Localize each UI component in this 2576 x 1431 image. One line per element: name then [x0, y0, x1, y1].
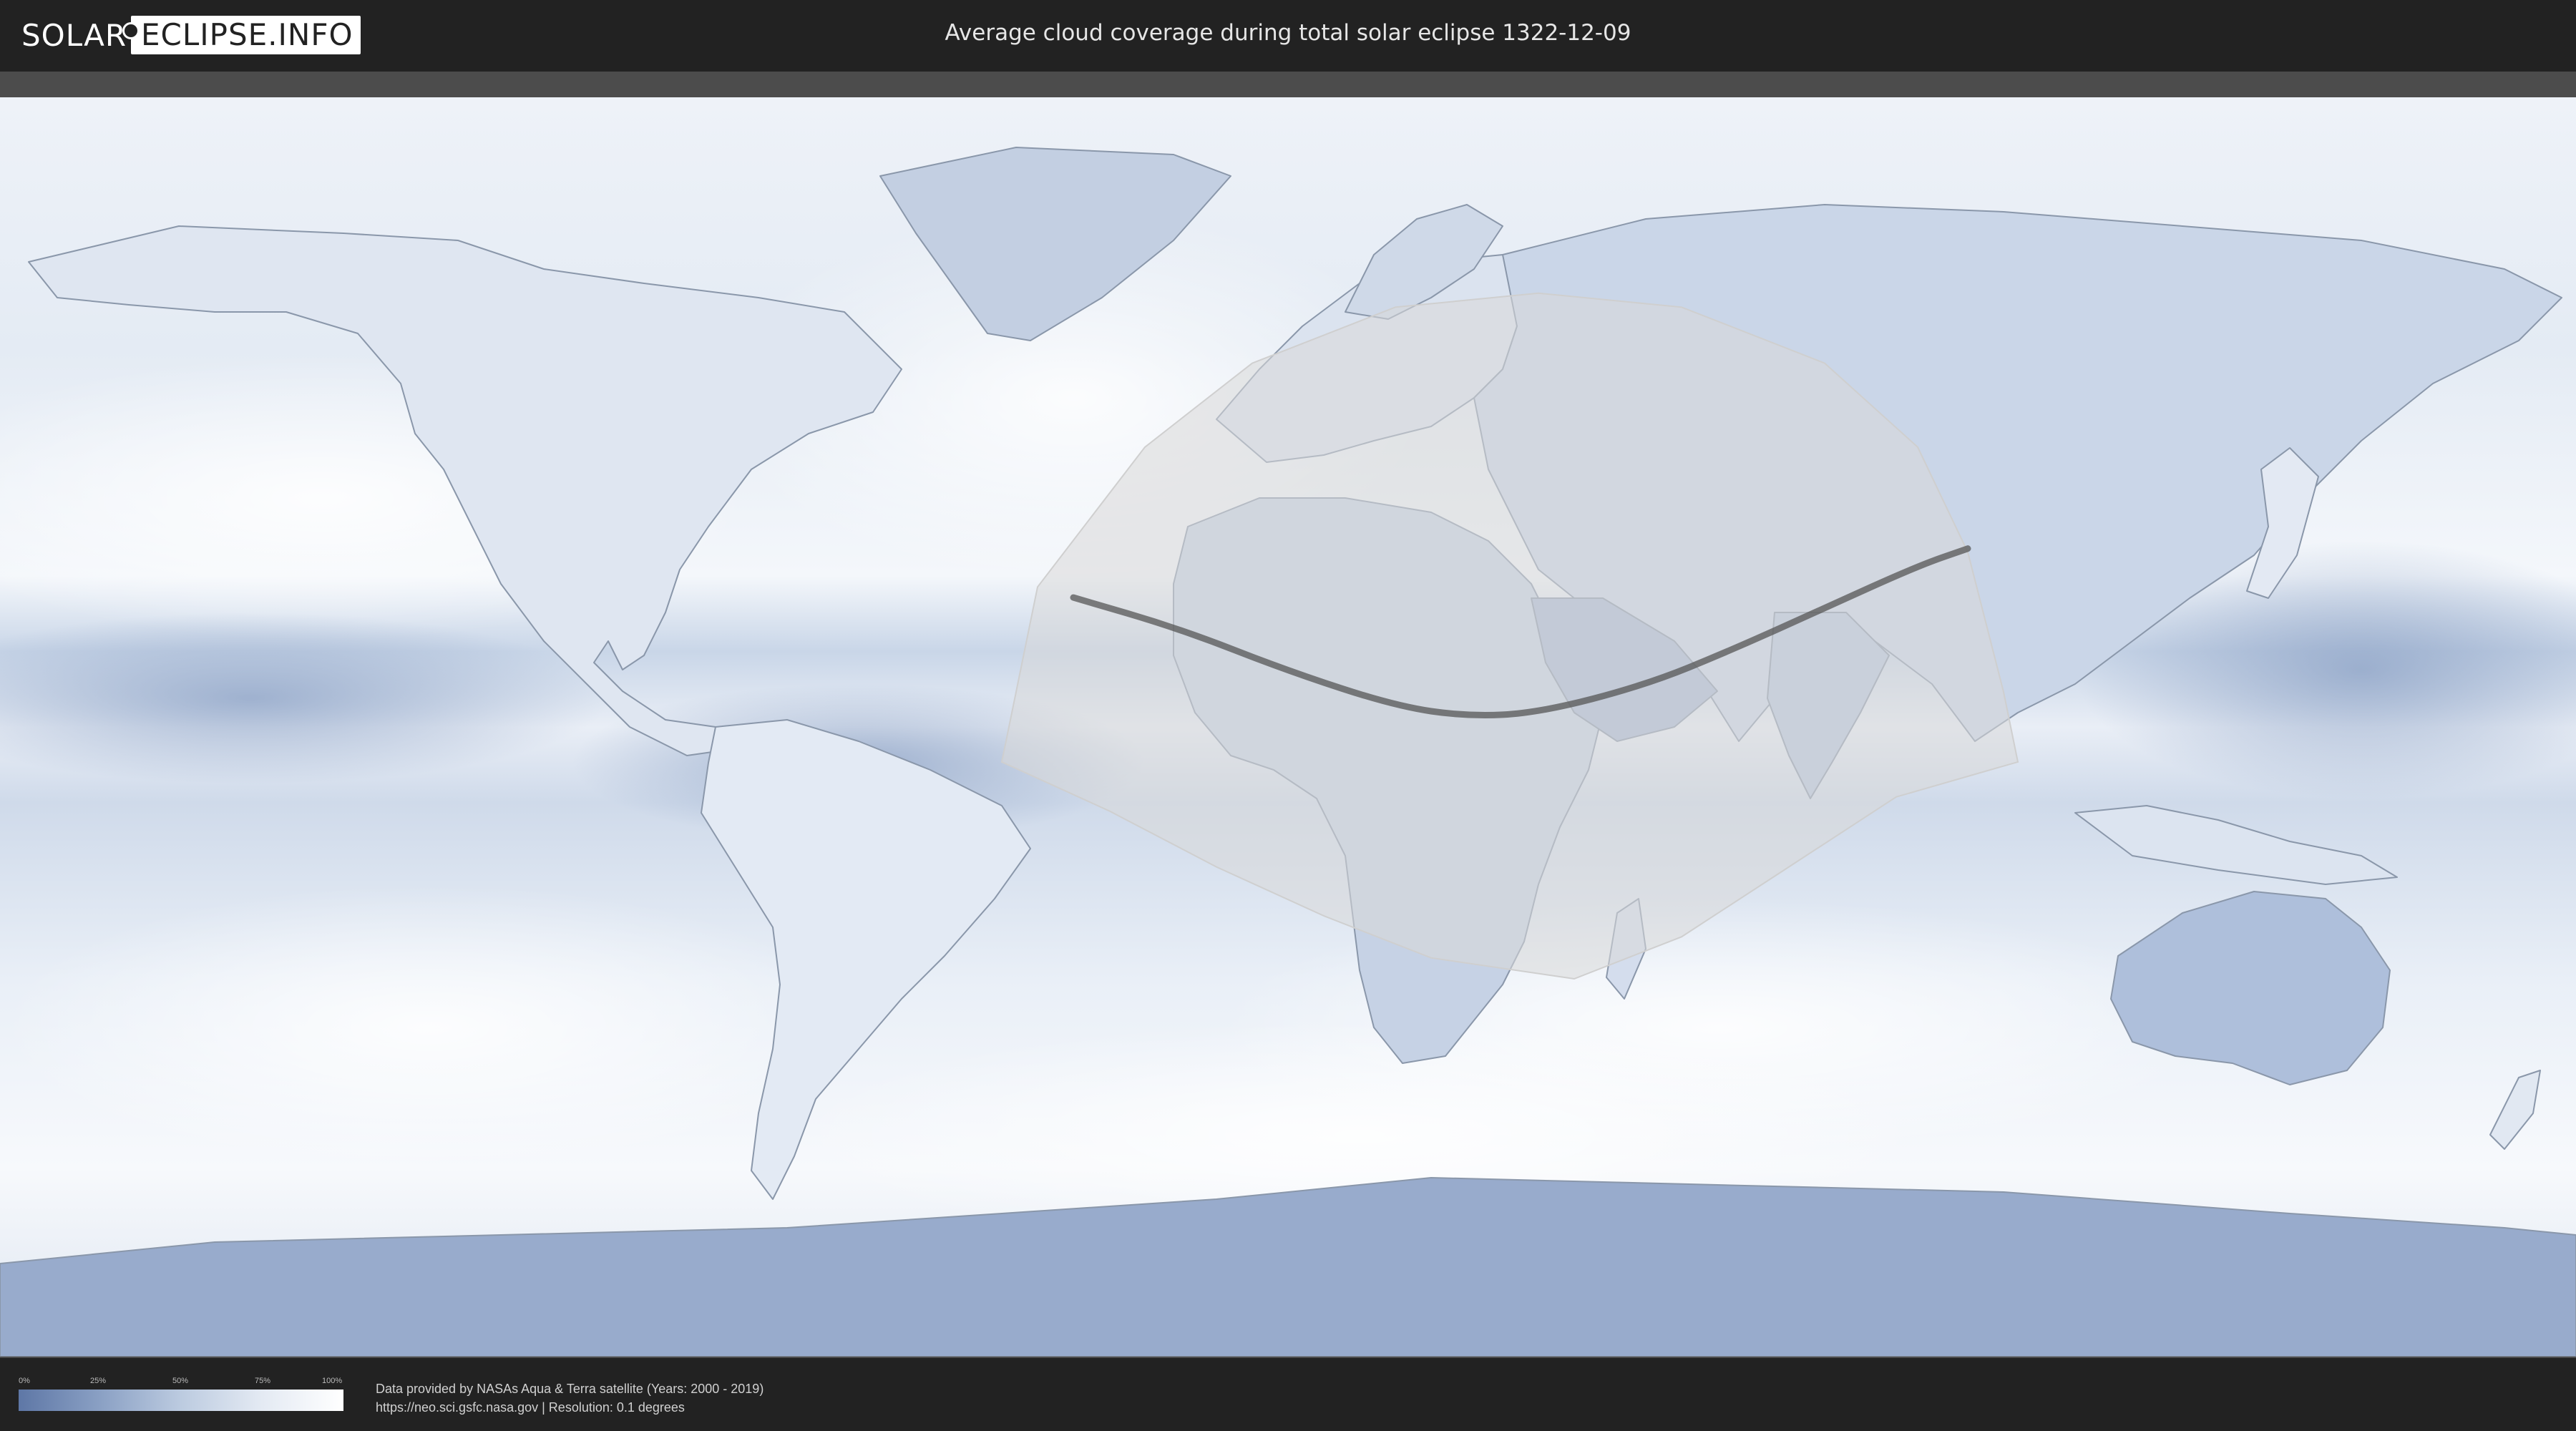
legend-color-bar	[19, 1390, 343, 1411]
credit-line-source: Data provided by NASAs Aqua & Terra sate…	[376, 1382, 764, 1396]
legend-tick-50: 50%	[172, 1377, 189, 1385]
data-credit: Data provided by NASAs Aqua & Terra sate…	[376, 1379, 763, 1417]
legend-tick-25: 25%	[90, 1377, 107, 1385]
legend-tick-0: 0%	[19, 1377, 30, 1385]
page: SOLAR ECLIPSE.INFO Average cloud coverag…	[0, 0, 2576, 1431]
credit-line-url[interactable]: https://neo.sci.gsfc.nasa.gov | Resoluti…	[376, 1398, 763, 1417]
header-bar: SOLAR ECLIPSE.INFO Average cloud coverag…	[0, 0, 2576, 72]
legend-tick-100: 100%	[322, 1377, 343, 1385]
page-title: Average cloud coverage during total sola…	[945, 20, 1631, 46]
footer-bar: 0% 25% 50% 75% 100% Data provided by NAS…	[0, 1358, 2576, 1431]
legend-ticks: 0% 25% 50% 75% 100%	[19, 1377, 343, 1388]
cloud-coverage-map[interactable]	[0, 97, 2576, 1357]
legend-tick-75: 75%	[255, 1377, 271, 1385]
cloud-coverage-legend: 0% 25% 50% 75% 100%	[19, 1377, 343, 1415]
